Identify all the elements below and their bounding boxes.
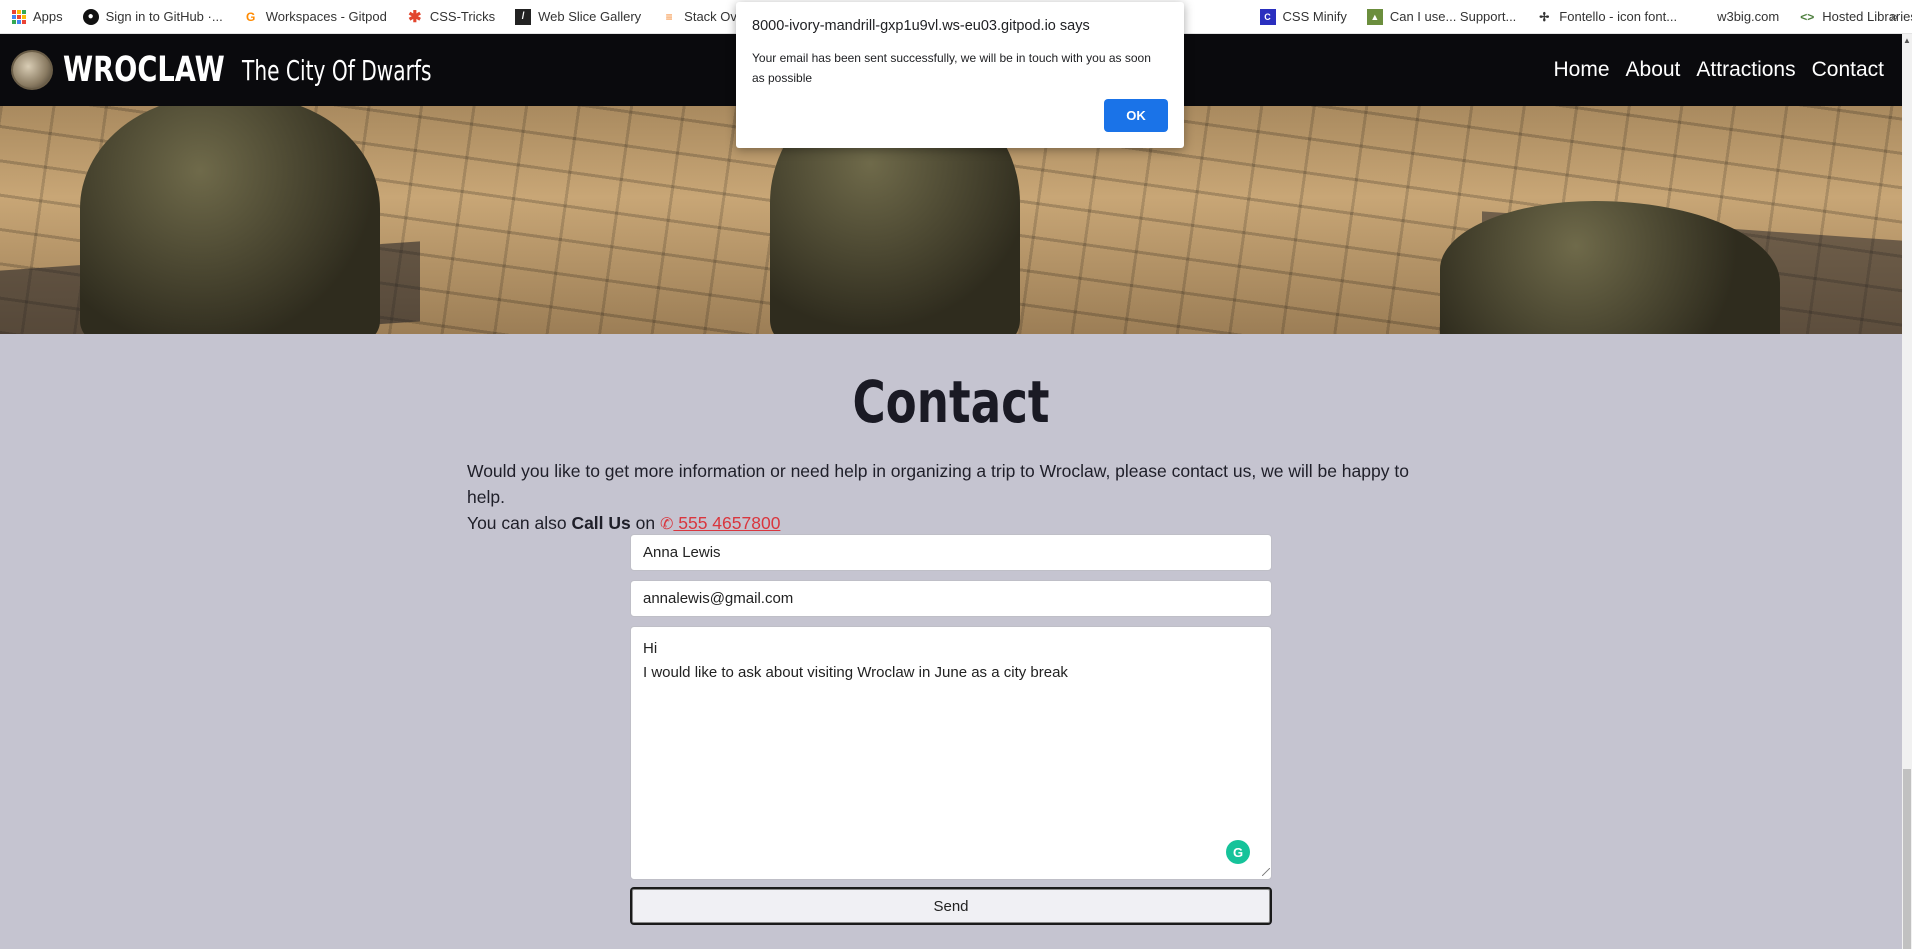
nav-contact[interactable]: Contact [1812, 58, 1884, 82]
dwarf-statue [80, 106, 380, 334]
intro-text: Would you like to get more information o… [467, 461, 1409, 507]
fontello-icon: ✢ [1539, 9, 1550, 24]
grammarly-icon[interactable]: G [1226, 840, 1250, 864]
bookmark-label: Can I use... Support... [1389, 9, 1517, 24]
brand-title[interactable]: WROCLAW [63, 50, 225, 90]
bookmark-css-tricks[interactable]: ✱ CSS-Tricks [407, 8, 496, 26]
css-minify-icon: C [1259, 8, 1276, 25]
nav-about[interactable]: About [1626, 58, 1681, 82]
dwarf-logo-image[interactable] [11, 50, 53, 90]
nav-home[interactable]: Home [1553, 58, 1609, 82]
bookmark-css-minify[interactable]: C CSS Minify [1259, 8, 1347, 25]
dialog-message: Your email has been sent successfully, w… [752, 51, 1151, 85]
main-nav: Home About Attractions Contact [1537, 34, 1884, 106]
bookmarks-overflow-button[interactable]: » [1890, 8, 1898, 24]
message-line: Hi [643, 640, 658, 657]
bookmark-label: Web Slice Gallery [538, 9, 642, 24]
bookmark-label: CSS Minify [1282, 9, 1347, 24]
phone-icon: ✆ [659, 516, 674, 533]
bookmark-caniuse[interactable]: ▲ Can I use... Support... [1366, 8, 1517, 25]
phone-link[interactable]: 555 4657800 [673, 513, 780, 533]
w3big-icon [1697, 10, 1710, 23]
bookmark-github[interactable]: ● Sign in to GitHub ·... [82, 8, 223, 25]
bookmark-label: Sign in to GitHub ·... [105, 9, 223, 24]
page-scrollbar[interactable]: ▲ [1902, 34, 1912, 949]
ok-button[interactable]: OK [1104, 99, 1168, 132]
message-line: I would like to ask about visiting Wrocl… [643, 664, 1068, 681]
send-button[interactable]: Send [630, 887, 1272, 925]
bookmark-w3big[interactable]: w3big.com [1697, 9, 1779, 24]
apps-grid-icon [12, 9, 26, 24]
github-icon: ● [82, 8, 99, 25]
bookmark-label: Fontello - icon font... [1559, 9, 1678, 24]
dialog-title: 8000-ivory-mandrill-gxp1u9vl.ws-eu03.git… [752, 18, 1090, 34]
message-textarea[interactable]: Hi I would like to ask about visiting Wr… [630, 626, 1272, 880]
alert-dialog: 8000-ivory-mandrill-gxp1u9vl.ws-eu03.git… [736, 2, 1184, 148]
nav-attractions[interactable]: Attractions [1696, 58, 1795, 82]
resize-handle-icon[interactable] [1262, 868, 1270, 876]
bookmark-label: Apps [33, 9, 63, 24]
hosted-libraries-icon: <> [1800, 9, 1815, 24]
bookmark-apps[interactable]: Apps [12, 9, 63, 24]
bookmark-label: Hosted Libraries |... [1822, 9, 1912, 24]
email-field[interactable]: annalewis@gmail.com [630, 580, 1272, 617]
brand-tagline: The City Of Dwarfs [242, 53, 432, 87]
stackoverflow-icon: ≡ [665, 9, 673, 24]
call-us-on: on [630, 513, 660, 533]
scroll-up-arrow-icon[interactable]: ▲ [1903, 36, 1911, 45]
web-slice-icon: / [515, 8, 532, 25]
gitpod-icon: G [246, 9, 256, 24]
contact-intro: Would you like to get more information o… [467, 458, 1447, 538]
bookmark-label: w3big.com [1717, 9, 1780, 24]
scrollbar-thumb[interactable] [1903, 769, 1911, 949]
bookmark-gitpod[interactable]: G Workspaces - Gitpod [243, 9, 387, 25]
bookmark-label: CSS-Tricks [429, 9, 496, 24]
caniuse-icon: ▲ [1366, 8, 1383, 25]
bookmark-label: Workspaces - Gitpod [265, 9, 387, 24]
call-us-label: Call Us [571, 513, 631, 533]
bookmark-fontello[interactable]: ✢ Fontello - icon font... [1536, 9, 1677, 25]
call-us-prefix: You can also [467, 513, 572, 533]
css-tricks-icon: ✱ [408, 8, 422, 26]
page-title: Contact [852, 368, 1050, 436]
bookmark-web-slice[interactable]: / Web Slice Gallery [515, 8, 642, 25]
name-field[interactable]: Anna Lewis [630, 534, 1272, 571]
